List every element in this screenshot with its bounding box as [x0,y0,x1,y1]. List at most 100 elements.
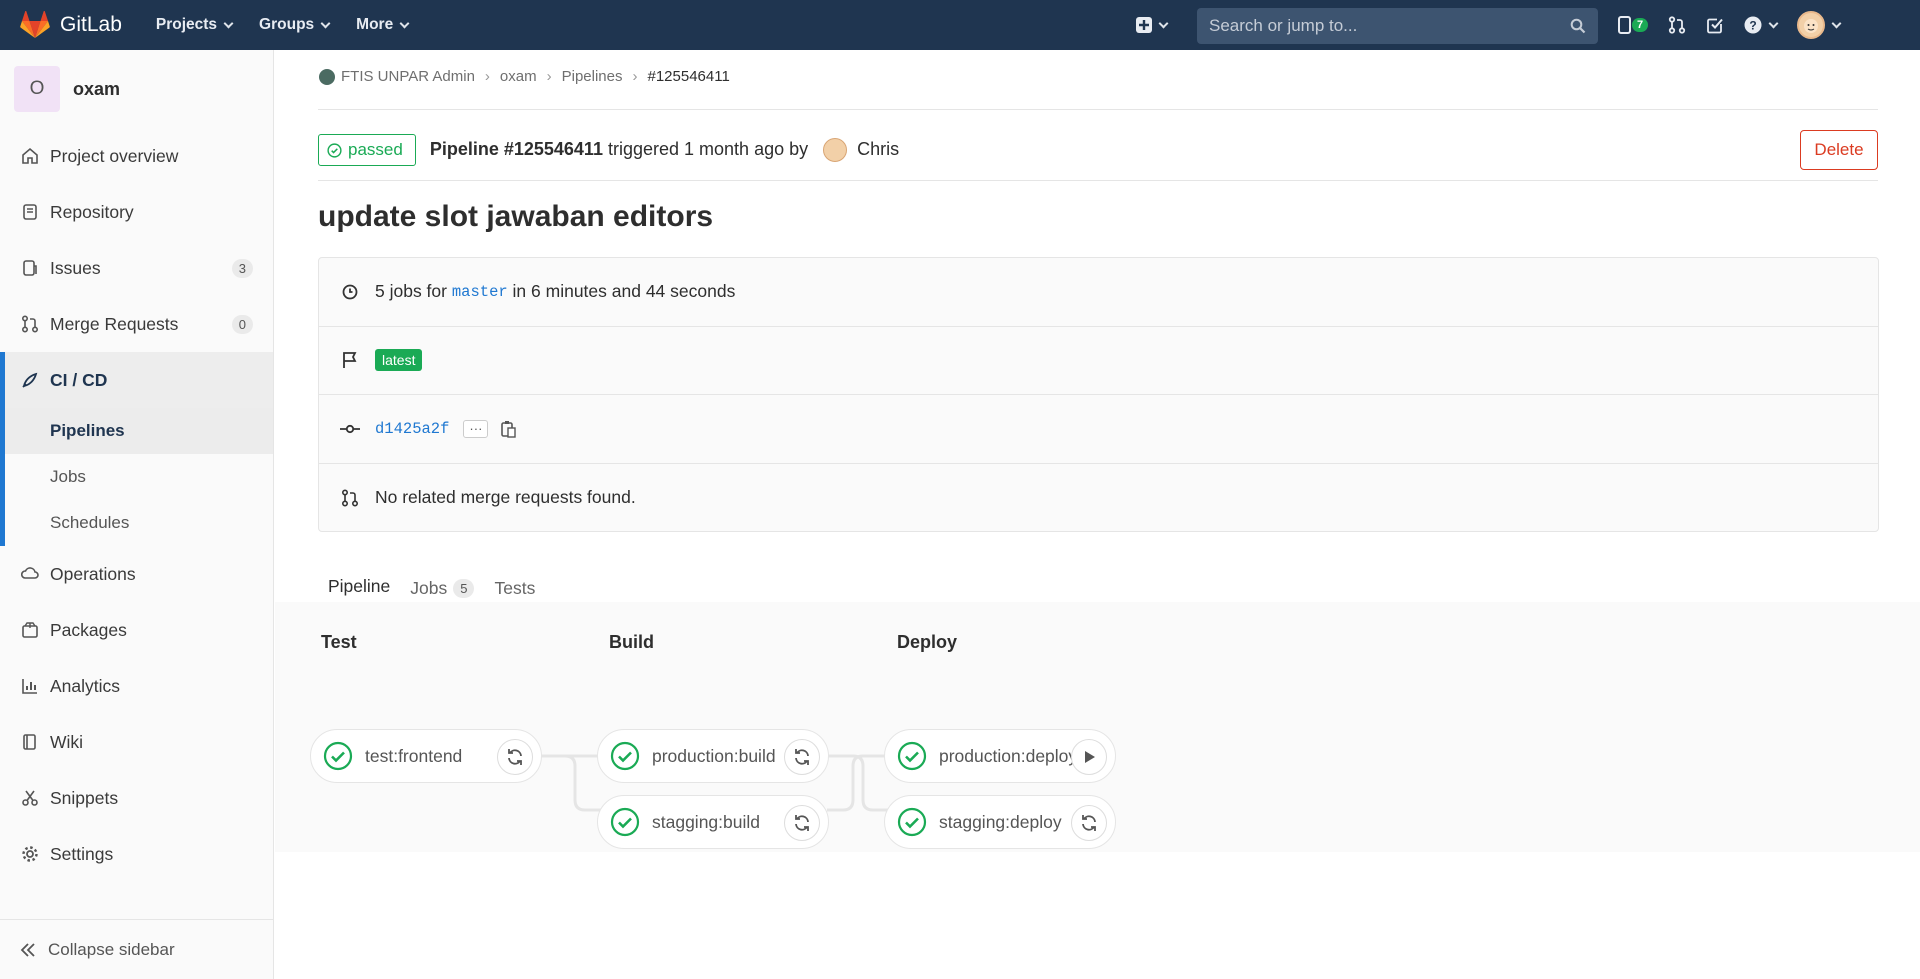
sidebar-item-snippets[interactable]: Snippets [0,770,273,826]
search-box[interactable] [1197,8,1598,44]
retry-button[interactable] [497,739,533,775]
breadcrumb-separator-icon: › [632,68,638,85]
main-menu: Projects Groups More [156,16,435,34]
sidebar-item-packages[interactable]: Packages [0,602,273,658]
user-actions: 7 ? [1618,0,1860,50]
sidebar-item-repository[interactable]: Repository [0,184,273,240]
package-icon [20,620,40,640]
collapse-sidebar-button[interactable]: Collapse sidebar [0,919,274,979]
duration-text: in 6 minutes and 44 seconds [512,281,736,302]
breadcrumb: FTIS UNPAR Admin › oxam › Pipelines › #1… [319,68,730,85]
sidebar-item-label: Wiki [50,731,84,752]
job-production-deploy[interactable]: production:deploy [884,729,1116,783]
sidebar-item-label: Analytics [50,675,121,696]
flag-icon [339,349,361,371]
sidebar-item-label: Repository [50,201,134,222]
commit-icon [339,418,361,440]
user-name[interactable]: Chris [857,139,899,159]
job-stagging-deploy[interactable]: stagging:deploy [884,795,1116,849]
gitlab-fox-icon [20,11,50,38]
retry-button[interactable] [784,805,820,841]
sidebar-subitem-pipelines[interactable]: Pipelines [5,408,273,454]
jobs-duration-row: 5 jobs for master in 6 minutes and 44 se… [319,258,1878,327]
job-stagging-build[interactable]: stagging:build [597,795,829,849]
todos-shortcut[interactable] [1706,16,1724,34]
clock-icon [339,281,361,303]
sidebar-item-label: CI / CD [50,369,108,390]
commit-sha-link[interactable]: d1425a2f [375,420,449,438]
divider [318,180,1878,181]
sidebar-item-project-overview[interactable]: Project overview [0,128,273,184]
sidebar-item-operations[interactable]: Operations [0,546,273,602]
tab-label: Pipeline [328,576,391,596]
new-dropdown-wrap [1136,0,1169,50]
issues-shortcut[interactable]: 7 [1618,16,1649,34]
latest-badge: latest [375,349,423,372]
issues-count-badge: 3 [231,258,253,278]
sidebar-item-settings[interactable]: Settings [0,826,273,882]
breadcrumb-pipeline-id[interactable]: #125546411 [647,68,729,85]
sidebar-item-label: Packages [50,619,127,640]
plus-square-icon [1136,17,1152,33]
play-button[interactable] [1071,739,1107,775]
retry-icon [795,815,809,831]
gitlab-logo[interactable]: GitLab [20,11,122,39]
breadcrumb-project[interactable]: oxam [500,68,537,85]
user-avatar [823,138,848,162]
job-production-build[interactable]: production:build [597,729,829,783]
sidebar-item-label: Snippets [50,787,119,808]
job-test-frontend[interactable]: test:frontend [310,729,542,783]
more-menu[interactable]: More [356,16,410,34]
chevron-down-icon [1158,18,1169,28]
stage-title-test: Test [321,632,357,652]
search-icon [1570,18,1586,34]
triggered-text: triggered 1 month ago by [607,138,809,159]
success-status-icon [323,741,353,771]
retry-button[interactable] [1071,805,1107,841]
play-icon [1085,751,1095,763]
branch-link[interactable]: master [452,283,508,301]
retry-icon [795,749,809,765]
search-input[interactable] [1209,16,1570,36]
status-badge[interactable]: passed [318,134,416,166]
breadcrumb-pipelines[interactable]: Pipelines [562,68,623,85]
sidebar-subitem-schedules[interactable]: Schedules [5,500,273,546]
delete-button[interactable]: Delete [1800,130,1878,170]
retry-icon [508,749,522,765]
book-icon [20,202,40,222]
pipeline-info: Pipeline #125546411 triggered 1 month ag… [430,138,899,162]
merge-requests-shortcut[interactable] [1668,16,1686,34]
success-status-icon [897,807,927,837]
new-item-button[interactable] [1136,17,1169,33]
sidebar-item-wiki[interactable]: Wiki [0,714,273,770]
double-chevron-left-icon [20,942,36,958]
group-avatar-icon [319,68,335,85]
retry-button[interactable] [784,739,820,775]
job-name: test:frontend [365,745,463,766]
issues-icon [20,258,40,278]
sidebar-item-ci-cd[interactable]: CI / CD [0,352,273,408]
sidebar-item-label: Issues [50,257,101,278]
svg-text:?: ? [1749,19,1756,33]
jobs-count-badge: 5 [453,578,475,598]
expand-commit-message-button[interactable]: ··· [463,419,489,438]
user-avatar [1797,11,1826,39]
sidebar-item-analytics[interactable]: Analytics [0,658,273,714]
more-menu-label: More [356,16,394,33]
chevron-down-icon [1768,18,1779,28]
scissors-icon [20,788,40,808]
sidebar-item-label: Operations [50,563,136,584]
sidebar-item-issues[interactable]: Issues 3 [0,240,273,296]
brand-name: GitLab [60,13,122,36]
groups-menu[interactable]: Groups [259,16,331,34]
sidebar-subitem-jobs[interactable]: Jobs [5,454,273,500]
clipboard-icon [501,420,517,438]
copy-sha-button[interactable] [500,420,517,438]
breadcrumb-group[interactable]: FTIS UNPAR Admin [341,68,475,85]
user-menu[interactable] [1797,11,1842,39]
help-menu[interactable]: ? [1744,16,1779,34]
sidebar-item-merge-requests[interactable]: Merge Requests 0 [0,296,273,352]
success-status-icon [897,741,927,771]
projects-menu[interactable]: Projects [156,16,234,34]
project-header[interactable]: O oxam [0,50,273,128]
